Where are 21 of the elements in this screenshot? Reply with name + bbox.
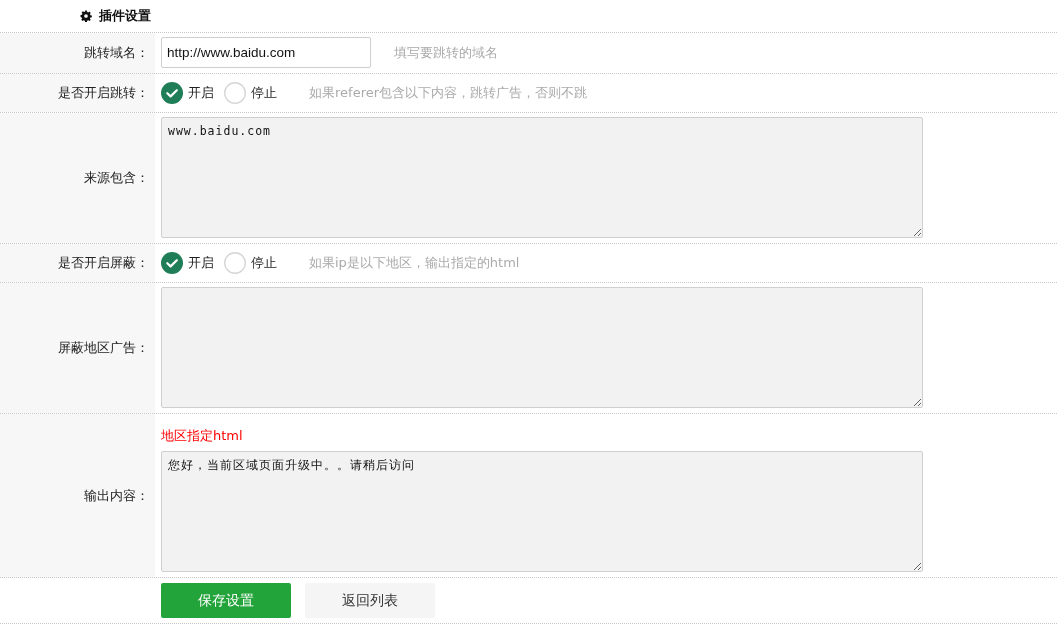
field-label: 是否开启屏蔽： bbox=[58, 254, 149, 272]
radio-option[interactable]: 停止 bbox=[224, 82, 277, 104]
domain-input[interactable]: http://www.baidu.com bbox=[161, 37, 371, 68]
field-label: 来源包含： bbox=[84, 169, 149, 187]
text-area[interactable]: 您好，当前区域页面升级中。。请稍后访问 bbox=[161, 451, 923, 572]
field-label: 跳转域名： bbox=[84, 44, 149, 62]
field-hint: 如果referer包含以下内容，跳转广告，否则不跳 bbox=[309, 84, 588, 102]
field-hint: 如果ip是以下地区，输出指定的html bbox=[309, 254, 520, 272]
field-label: 输出内容： bbox=[84, 486, 149, 505]
radio-option[interactable]: 停止 bbox=[224, 252, 277, 274]
text-area[interactable]: www.baidu.com bbox=[161, 117, 923, 238]
field-hint: 填写要跳转的域名 bbox=[394, 43, 498, 62]
radio-option[interactable]: 开启 bbox=[161, 252, 214, 274]
back-button[interactable]: 返回列表 bbox=[305, 583, 435, 618]
radio-option[interactable]: 开启 bbox=[161, 82, 214, 104]
field-note: 地区指定html bbox=[161, 428, 243, 444]
settings-icon bbox=[80, 10, 92, 22]
text-area[interactable] bbox=[161, 287, 923, 408]
field-label: 是否开启跳转： bbox=[58, 84, 149, 102]
field-label: 屏蔽地区广告： bbox=[58, 339, 149, 357]
section-title: 插件设置 bbox=[99, 7, 151, 25]
